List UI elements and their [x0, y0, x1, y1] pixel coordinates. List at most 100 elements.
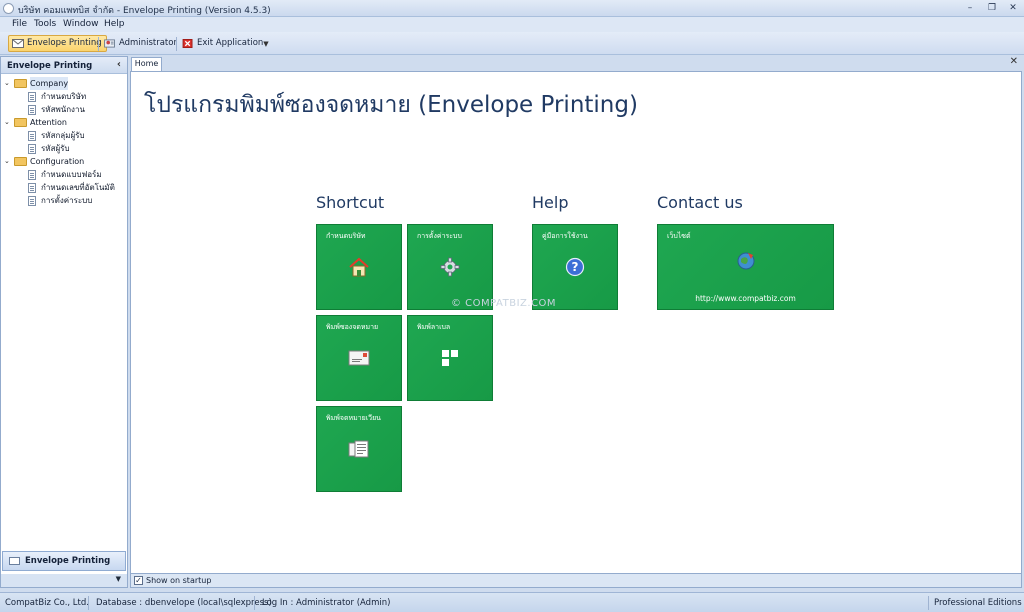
restore-button[interactable]: ❐ — [984, 2, 1000, 14]
toolbar-separator — [98, 37, 99, 51]
window-title: บริษัท คอมแพทบิส จำกัด - Envelope Printi… — [18, 6, 271, 16]
tree-node-label: Attention — [30, 118, 67, 127]
tile-label: พิมพ์ซองจดหมาย — [326, 323, 379, 331]
status-separator — [254, 596, 255, 610]
document-icon — [28, 183, 36, 193]
section-help-title: Help — [532, 193, 569, 212]
tree-item-label: กำหนดเลขที่อัตโนมัติ — [41, 183, 115, 192]
tile-label: พิมพ์จดหมายเวียน — [326, 414, 381, 422]
tree-item-auto-number[interactable]: กำหนดเลขที่อัตโนมัติ — [1, 181, 127, 194]
app-icon — [3, 3, 14, 14]
tab-home[interactable]: Home — [131, 57, 162, 71]
tile-label: กำหนดบริษัท — [326, 232, 366, 240]
tree-item-label: รหัสพนักงาน — [41, 105, 85, 114]
folder-icon — [14, 118, 27, 127]
status-database: Database : dbenvelope (local\sqlexpress) — [96, 598, 272, 608]
website-url[interactable]: http://www.compatbiz.com — [658, 294, 833, 303]
close-tab-icon[interactable]: ✕ — [1010, 56, 1018, 67]
menu-tools[interactable]: Tools — [34, 19, 56, 29]
tree-item-label: รหัสกลุ่มผู้รับ — [41, 131, 85, 140]
tree-item-recipient-code[interactable]: รหัสผู้รับ — [1, 142, 127, 155]
folder-icon — [14, 79, 27, 88]
tree-item-employee-code[interactable]: รหัสพนักงาน — [1, 103, 127, 116]
nav-footer: ▼ — [1, 574, 127, 587]
page-title: โปรแกรมพิมพ์ซองจดหมาย (Envelope Printing… — [144, 92, 638, 118]
section-shortcut-title: Shortcut — [316, 193, 385, 212]
startup-bar: ✓ Show on startup — [130, 574, 1022, 588]
tile-print-label[interactable]: พิมพ์ลาเบล — [407, 315, 493, 401]
nav-header-title: Envelope Printing — [7, 61, 93, 71]
administrator-button[interactable]: Administrator — [100, 35, 182, 52]
tree-item-form-setup[interactable]: กำหนดแบบฟอร์ม — [1, 168, 127, 181]
tile-print-envelope[interactable]: พิมพ์ซองจดหมาย — [316, 315, 402, 401]
collapse-pane-icon[interactable]: ‹ — [117, 59, 121, 70]
tree-item-company-setup[interactable]: กำหนดบริษัท — [1, 90, 127, 103]
status-edition: Professional Editions — [934, 598, 1022, 608]
envelope-printing-button[interactable]: Envelope Printing — [8, 35, 107, 52]
status-bar: CompatBiz Co., Ltd. Database : dbenvelop… — [0, 592, 1024, 612]
administrator-icon — [104, 39, 115, 48]
folder-icon — [14, 157, 27, 166]
nav-group-label: Envelope Printing — [25, 556, 111, 566]
tree-item-system-settings[interactable]: การตั้งค่าระบบ — [1, 194, 127, 207]
letter-document-icon — [348, 440, 369, 458]
document-icon — [28, 170, 36, 180]
tile-company[interactable]: กำหนดบริษัท — [316, 224, 402, 310]
tile-print-letter[interactable]: พิมพ์จดหมายเวียน — [316, 406, 402, 492]
tree-node-attention[interactable]: ⌄ Attention — [1, 116, 127, 129]
menu-file[interactable]: File — [12, 19, 27, 29]
tree-item-label: รหัสผู้รับ — [41, 144, 70, 153]
envelope-printing-label: Envelope Printing — [27, 38, 102, 48]
nav-tree: ⌄ Company กำหนดบริษัท รหัสพนักงาน ⌄ Atte… — [1, 74, 127, 207]
document-icon — [28, 144, 36, 154]
exit-application-button[interactable]: Exit Application — [178, 35, 268, 52]
tree-item-label: การตั้งค่าระบบ — [41, 196, 93, 205]
home-page: โปรแกรมพิมพ์ซองจดหมาย (Envelope Printing… — [130, 71, 1022, 574]
tile-label: พิมพ์ลาเบล — [417, 323, 451, 331]
exit-application-label: Exit Application — [197, 38, 264, 48]
nav-group-envelope-printing[interactable]: Envelope Printing — [2, 551, 126, 571]
show-on-startup-label: Show on startup — [146, 576, 212, 585]
chevron-down-icon[interactable]: ▼ — [116, 575, 121, 583]
title-bar: บริษัท คอมแพทบิส จำกัด - Envelope Printi… — [0, 0, 1024, 17]
tab-strip: Home ✕ — [130, 56, 1022, 71]
document-icon — [28, 105, 36, 115]
expander-icon[interactable]: ⌄ — [4, 155, 10, 168]
gear-icon — [440, 257, 460, 277]
menu-window[interactable]: Window — [63, 19, 99, 29]
home-icon — [349, 257, 369, 277]
envelope-icon — [348, 350, 370, 366]
document-icon — [28, 196, 36, 206]
status-company: CompatBiz Co., Ltd. — [5, 598, 89, 608]
watermark: © COMPATBIZ.COM — [451, 298, 557, 309]
tree-node-configuration[interactable]: ⌄ Configuration — [1, 155, 127, 168]
tree-node-company[interactable]: ⌄ Company — [1, 77, 127, 90]
status-login: Log In : Administrator (Admin) — [262, 598, 391, 608]
tile-label: การตั้งค่าระบบ — [417, 232, 462, 240]
status-separator — [88, 596, 89, 610]
exit-icon — [182, 39, 193, 48]
administrator-label: Administrator — [119, 38, 177, 48]
envelope-icon — [12, 39, 24, 48]
tree-item-recipient-group[interactable]: รหัสกลุ่มผู้รับ — [1, 129, 127, 142]
document-icon — [28, 92, 36, 102]
menu-help[interactable]: Help — [104, 19, 125, 29]
toolbar: Envelope Printing Administrator Exit App… — [0, 32, 1024, 55]
expander-icon[interactable]: ⌄ — [4, 77, 10, 90]
close-window-button[interactable]: ✕ — [1005, 2, 1021, 14]
tile-website[interactable]: เว็บไซต์ http://www.compatbiz.com — [657, 224, 834, 310]
tree-item-label: กำหนดแบบฟอร์ม — [41, 170, 102, 179]
tile-label: เว็บไซต์ — [667, 232, 691, 240]
svg-text:?: ? — [572, 260, 579, 274]
help-icon: ? — [565, 257, 585, 277]
expander-icon[interactable]: ⌄ — [4, 116, 10, 129]
minimize-button[interactable]: – — [962, 2, 978, 14]
envelope-icon — [9, 557, 20, 565]
tree-node-label: Company — [30, 77, 69, 90]
document-icon — [28, 131, 36, 141]
section-contact-title: Contact us — [657, 193, 743, 212]
label-grid-icon — [442, 350, 458, 366]
show-on-startup-checkbox[interactable]: ✓ — [134, 576, 143, 585]
navigation-pane: Envelope Printing ‹ ⌄ Company กำหนดบริษั… — [0, 56, 128, 588]
toolbar-overflow-dropdown[interactable]: ▼ — [261, 37, 271, 51]
